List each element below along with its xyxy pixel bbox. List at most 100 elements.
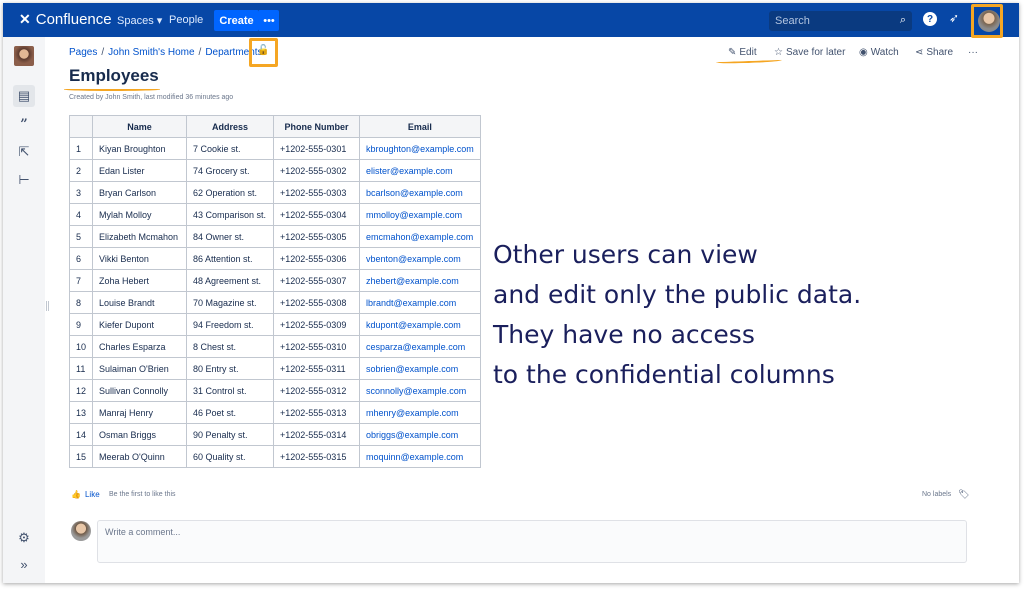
cell-address: 74 Grocery st. (186, 159, 275, 182)
watch-button[interactable]: ◉ Watch (859, 47, 899, 58)
cell-name: Kiyan Broughton (92, 137, 188, 160)
star-icon: ☆ (774, 47, 783, 58)
cell-email[interactable]: sconnolly@example.com (359, 379, 481, 402)
more-actions-button[interactable]: ··· (968, 47, 978, 58)
app-name: Confluence (35, 11, 112, 28)
cell-index: 12 (68, 379, 94, 402)
breadcrumb-pages[interactable]: Pages (69, 47, 97, 58)
space-sidebar: ▤ ” ⇱ ⊢ ⚙ » (3, 37, 45, 583)
table-row: 2 Edan Lister 74 Grocery st. +1202-555-0302… (68, 159, 481, 182)
table-row: 7 Zoha Hebert 48 Agreement st. +1202-555-03… (68, 269, 481, 292)
cell-index: 1 (68, 137, 94, 160)
cell-phone: +1202-555-0304 (273, 203, 361, 226)
cell-phone: +1202-555-0308 (273, 291, 361, 314)
save-for-later-label: Save for later (785, 47, 846, 58)
cell-email[interactable]: mmolloy@example.com (359, 203, 481, 226)
cell-name: Edan Lister (92, 159, 188, 182)
cell-email[interactable]: kdupont@example.com (359, 313, 481, 336)
cell-email[interactable]: obriggs@example.com (359, 423, 481, 446)
first-like-text: Be the first to like this (109, 491, 176, 498)
table-row: 15 Meerab O'Quinn 60 Quality st. +1202-555-… (68, 445, 481, 468)
confluence-window: ✕ Confluence Spaces ▾ People Create ••• … (3, 3, 1019, 583)
page-tree-icon[interactable]: ⊢ (15, 171, 33, 189)
cell-index: 8 (68, 291, 94, 314)
pencil-icon: ✎ (728, 47, 737, 58)
share-icon: ⋖ (915, 47, 924, 58)
save-for-later-button[interactable]: ☆ Save for later (774, 47, 845, 58)
table-row: 5 Elizabeth Mcmahon 84 Owner st. +1202-555-… (68, 225, 481, 248)
cell-address: 43 Comparison st. (186, 203, 275, 226)
nav-people[interactable]: People (169, 14, 203, 26)
cell-address: 31 Control st. (186, 379, 275, 402)
table-row: 3 Bryan Carlson 62 Operation st. +1202-555-… (68, 181, 481, 204)
title-highlight-underline (64, 88, 160, 91)
cell-address: 70 Magazine st. (186, 291, 275, 314)
cell-phone: +1202-555-0309 (273, 313, 361, 336)
cell-address: 86 Attention st. (186, 247, 275, 270)
cell-name: Sulaiman O'Brien (92, 357, 188, 380)
pages-icon[interactable]: ▤ (13, 85, 35, 107)
external-link-icon[interactable]: ⇱ (15, 143, 33, 161)
table-header-row: Name Address Phone Number Email (68, 115, 481, 138)
cell-index: 13 (68, 401, 94, 424)
cell-phone: +1202-555-0310 (273, 335, 361, 358)
cell-index: 11 (68, 357, 94, 380)
comment-input[interactable]: Write a comment... (97, 520, 967, 563)
cell-index: 7 (68, 269, 94, 292)
table-row: 11 Sulaiman O'Brien 80 Entry st. +1202-555-… (68, 357, 481, 380)
cell-email[interactable]: moquinn@example.com (359, 445, 481, 468)
page-title: Employees (69, 66, 159, 85)
cell-address: 62 Operation st. (186, 181, 275, 204)
eye-icon: ◉ (859, 47, 868, 58)
column-header-name: Name (92, 115, 188, 138)
no-labels-text: No labels (922, 491, 952, 498)
cell-email[interactable]: elister@example.com (359, 159, 481, 182)
like-button[interactable]: 👍 Like (71, 490, 100, 499)
edit-button[interactable]: ✎ Edit (728, 47, 757, 58)
expand-sidebar-icon[interactable]: » (15, 555, 33, 573)
nav-spaces[interactable]: Spaces ▾ (117, 14, 162, 27)
cell-phone: +1202-555-0305 (273, 225, 361, 248)
page-byline: Created by John Smith, last modified 36 … (69, 94, 234, 101)
table-row: 14 Osman Briggs 90 Penalty st. +1202-555-03… (68, 423, 481, 446)
cell-address: 7 Cookie st. (186, 137, 275, 160)
cell-index: 10 (68, 335, 94, 358)
cell-address: 8 Chest st. (186, 335, 275, 358)
label-tag-icon[interactable]: 🏷 (958, 489, 969, 500)
cell-name: Manraj Henry (92, 401, 188, 424)
annotation-line: Other users can view (493, 240, 758, 269)
cell-name: Kiefer Dupont (92, 313, 188, 336)
confluence-logo[interactable]: ✕ Confluence (19, 11, 112, 28)
notifications-icon[interactable]: ➶ (949, 11, 959, 25)
cell-phone: +1202-555-0312 (273, 379, 361, 402)
cell-email[interactable]: bcarlson@example.com (359, 181, 481, 204)
cell-address: 80 Entry st. (186, 357, 275, 380)
share-button[interactable]: ⋖ Share (915, 47, 953, 58)
create-more-button[interactable]: ••• (259, 10, 279, 31)
breadcrumb-separator: / (198, 47, 202, 58)
help-icon[interactable]: ? (923, 12, 937, 26)
cell-email[interactable]: kbroughton@example.com (359, 137, 481, 160)
cell-email[interactable]: zhebert@example.com (359, 269, 481, 292)
cell-email[interactable]: sobrien@example.com (359, 357, 481, 380)
cell-email[interactable]: mhenry@example.com (359, 401, 481, 424)
sidebar-resize-handle[interactable] (46, 301, 49, 311)
annotation-line: and edit only the public data. (493, 280, 862, 309)
gear-icon[interactable]: ⚙ (15, 529, 33, 547)
thumbs-up-icon: 👍 (71, 490, 81, 499)
cell-name: Sullivan Connolly (92, 379, 188, 402)
create-button[interactable]: Create (214, 10, 259, 31)
cell-email[interactable]: lbrandt@example.com (359, 291, 481, 314)
cell-phone: +1202-555-0307 (273, 269, 361, 292)
space-avatar[interactable] (14, 46, 34, 66)
confluence-logo-icon: ✕ (19, 11, 31, 27)
breadcrumb-home[interactable]: John Smith's Home (108, 47, 194, 58)
search-input[interactable]: Search ⌕ (769, 11, 912, 31)
cell-email[interactable]: cesparza@example.com (359, 335, 481, 358)
blog-quote-icon[interactable]: ” (15, 115, 33, 133)
cell-email[interactable]: emcmahon@example.com (359, 225, 481, 248)
table-row: 12 Sullivan Connolly 31 Control st. +1202-5… (68, 379, 481, 402)
cell-email[interactable]: vbenton@example.com (359, 247, 481, 270)
cell-index: 14 (68, 423, 94, 446)
cell-address: 48 Agreement st. (186, 269, 275, 292)
